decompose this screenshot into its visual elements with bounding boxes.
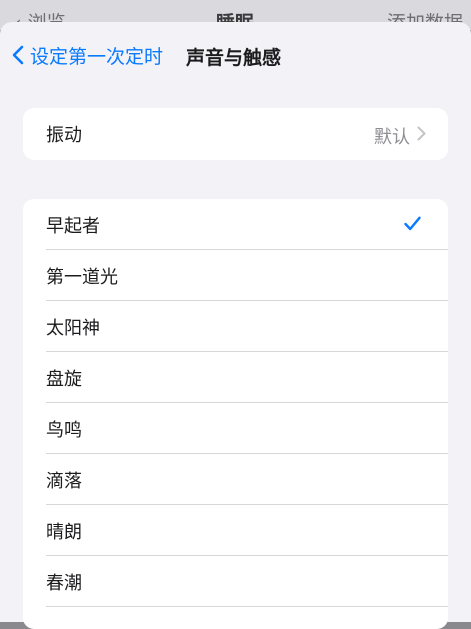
tone-label: 太阳神 xyxy=(46,317,100,339)
tone-item[interactable]: 鸟鸣 xyxy=(23,403,448,454)
back-label: 设定第一次定时 xyxy=(30,45,164,68)
chevron-left-icon xyxy=(12,45,24,65)
vibration-label: 振动 xyxy=(46,125,82,146)
tone-label: 鸟鸣 xyxy=(46,419,82,441)
page-title: 声音与触感 xyxy=(186,47,282,69)
chevron-right-icon xyxy=(417,126,426,141)
vibration-group: 振动 默认 xyxy=(23,108,448,160)
alert-tones-list: 早起者 第一道光 太阳神 盘旋 鸟鸣 滴落 晴朗 春潮 xyxy=(23,199,448,629)
tone-label: 晴朗 xyxy=(46,521,82,543)
tone-label: 早起者 xyxy=(46,215,100,237)
tone-label: 盘旋 xyxy=(46,368,82,390)
checkmark-icon xyxy=(404,216,421,231)
tone-label: 滴落 xyxy=(46,470,82,492)
tone-item[interactable]: 太阳神 xyxy=(23,301,448,352)
sound-haptics-sheet: 设定第一次定时 声音与触感 振动 默认 早起者 第一道光 太阳神 盘旋 鸟鸣 滴… xyxy=(0,22,471,629)
tone-item[interactable]: 春潮 xyxy=(23,556,448,607)
tone-label: 第一道光 xyxy=(46,266,118,288)
tone-item[interactable]: 第一道光 xyxy=(23,250,448,301)
tone-item[interactable]: 滴落 xyxy=(23,454,448,505)
vibration-value: 默认 xyxy=(374,127,410,148)
tone-item[interactable]: 早起者 xyxy=(23,199,448,250)
tone-item[interactable]: 盘旋 xyxy=(23,352,448,403)
tone-item[interactable]: 晴朗 xyxy=(23,505,448,556)
back-button[interactable]: 设定第一次定时 xyxy=(12,42,163,68)
navigation-bar: 设定第一次定时 声音与触感 xyxy=(0,22,471,88)
vibration-row[interactable]: 振动 默认 xyxy=(23,108,448,160)
tone-label: 春潮 xyxy=(46,572,82,594)
row-separator xyxy=(46,606,448,607)
